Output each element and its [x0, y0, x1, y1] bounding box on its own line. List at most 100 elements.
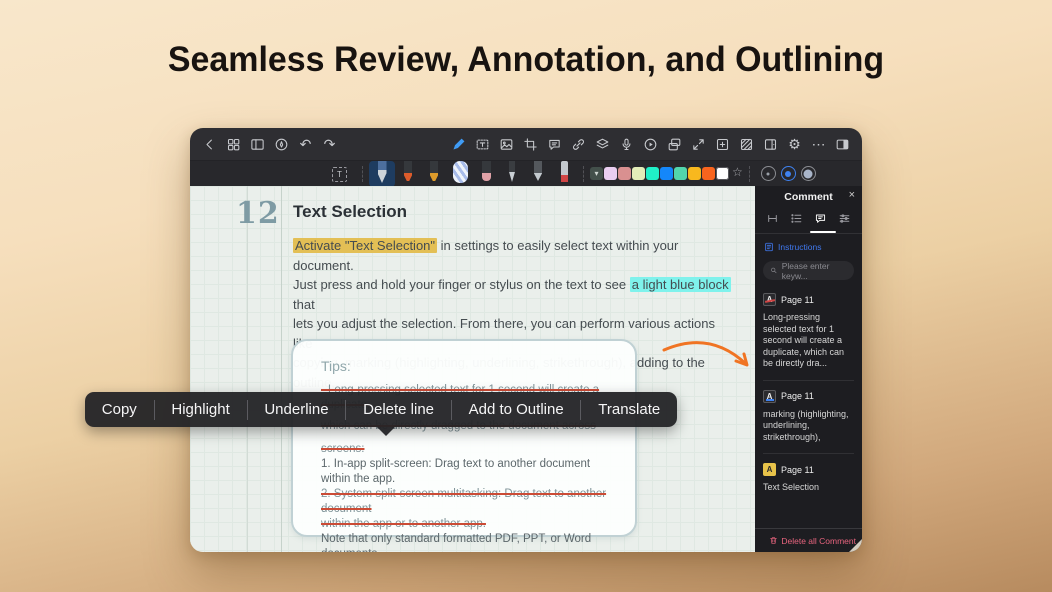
- toolbar-left-group: ↶ ↷: [202, 137, 337, 152]
- color-swatch[interactable]: [674, 167, 687, 180]
- comment-page-label: Page 11: [781, 295, 814, 305]
- mic-icon[interactable]: [619, 137, 634, 152]
- main-toolbar: ↶ ↷ ⚙ ⋯: [190, 128, 862, 160]
- laser-pointer-tool[interactable]: [551, 161, 577, 187]
- filter-icon[interactable]: [837, 211, 852, 226]
- comment-list: A Page 11 Long-pressing selected text fo…: [755, 280, 862, 504]
- underline-annotation-icon: A: [763, 390, 776, 403]
- pencil-tool[interactable]: [499, 161, 525, 187]
- delete-line-menu-item[interactable]: Delete line: [346, 401, 450, 418]
- color-swatch[interactable]: [604, 167, 617, 180]
- color-swatch[interactable]: [716, 167, 729, 180]
- text-selection-context-menu: Copy Highlight Underline Delete line Add…: [85, 392, 677, 427]
- tips-note-line: Note that only standard formatted PDF, P…: [321, 532, 621, 552]
- cyan-highlighted-text[interactable]: a light blue block: [630, 277, 731, 292]
- instructions-link[interactable]: Instructions: [755, 234, 862, 252]
- active-tab-underline: [810, 231, 836, 233]
- document-page: 12 Text Selection Activate "Text Selecti…: [190, 186, 755, 552]
- record-icon[interactable]: [643, 137, 658, 152]
- add-page-icon[interactable]: [715, 137, 730, 152]
- color-swatch[interactable]: [618, 167, 631, 180]
- panel-toggle-icon[interactable]: [763, 137, 778, 152]
- copy-menu-item[interactable]: Copy: [85, 401, 154, 418]
- favorite-star-icon[interactable]: ☆: [732, 165, 743, 179]
- comment-text: Long-pressing selected text for 1 second…: [763, 312, 854, 370]
- highlight-annotation-icon: A: [763, 463, 776, 476]
- search-input[interactable]: Please enter keyw...: [763, 261, 854, 280]
- color-swatch[interactable]: [632, 167, 645, 180]
- eraser-tool[interactable]: [473, 161, 499, 187]
- paragraph-text: Just press and hold your finger or stylu…: [293, 277, 630, 292]
- color-swatch[interactable]: [646, 167, 659, 180]
- comment-panel-tabs: [755, 203, 862, 234]
- settings-gear-icon[interactable]: ⚙: [787, 137, 802, 152]
- pattern-icon[interactable]: [739, 137, 754, 152]
- image-icon[interactable]: [499, 137, 514, 152]
- panel-left-icon[interactable]: [250, 137, 265, 152]
- lasso-pen-icon[interactable]: [274, 137, 289, 152]
- comment-item[interactable]: A Page 11 Long-pressing selected text fo…: [763, 284, 854, 380]
- tips-line: 1. In-app split-screen: Drag text to ano…: [321, 457, 621, 487]
- divider: [583, 166, 584, 182]
- color-swatch[interactable]: [688, 167, 701, 180]
- comment-icon[interactable]: [547, 137, 562, 152]
- yellow-highlighted-text[interactable]: Activate "Text Selection": [293, 238, 437, 253]
- fountain-pen-tool[interactable]: [369, 161, 395, 187]
- strikethrough-annotation-icon: A: [763, 293, 776, 306]
- tips-struck-line: 2. System split-screen multitasking: Dra…: [321, 487, 621, 517]
- underline-menu-item[interactable]: Underline: [248, 401, 346, 418]
- divider: [749, 166, 750, 182]
- stroke-size-small[interactable]: [761, 166, 776, 181]
- pen-icon[interactable]: [451, 137, 466, 152]
- comment-panel: Comment × Instructions Please enter key: [755, 186, 862, 552]
- comment-item[interactable]: A Page 11 marking (highlighting, underli…: [763, 380, 854, 454]
- comment-item[interactable]: A Page 11 Text Selection: [763, 453, 854, 504]
- ballpoint-pen-tool[interactable]: [525, 161, 551, 187]
- chevron-down-icon[interactable]: ▾: [590, 167, 603, 180]
- bookmark-icon[interactable]: [765, 211, 780, 226]
- trash-icon: [769, 536, 778, 545]
- text-tool-icon[interactable]: T: [332, 167, 347, 182]
- tape-highlighter-tool[interactable]: [447, 161, 473, 187]
- page-edge-line: [247, 186, 248, 552]
- pen-toolbar: T ▾ ☆: [190, 160, 862, 186]
- translate-menu-item[interactable]: Translate: [581, 401, 677, 418]
- page-number: 12: [236, 196, 280, 231]
- search-icon: [770, 266, 778, 275]
- annotation-arrow: [658, 334, 758, 382]
- grid-icon[interactable]: [226, 137, 241, 152]
- notebook-margin-line: [281, 186, 282, 552]
- link-icon[interactable]: [571, 137, 586, 152]
- comment-page-label: Page 11: [781, 391, 814, 401]
- highlight-menu-item[interactable]: Highlight: [155, 401, 247, 418]
- add-to-outline-menu-item[interactable]: Add to Outline: [452, 401, 581, 418]
- stroke-size-medium[interactable]: [781, 166, 796, 181]
- split-view-icon[interactable]: [667, 137, 682, 152]
- close-icon[interactable]: ×: [849, 189, 855, 201]
- expand-icon[interactable]: [691, 137, 706, 152]
- color-swatch[interactable]: [702, 167, 715, 180]
- back-icon[interactable]: [202, 137, 217, 152]
- text-box-icon[interactable]: [475, 137, 490, 152]
- page-curl: [849, 539, 862, 552]
- delete-all-comments-button[interactable]: Delete all Comment: [755, 528, 862, 552]
- outline-list-icon[interactable]: [789, 211, 804, 226]
- crop-icon[interactable]: [523, 137, 538, 152]
- panel-right-icon[interactable]: [835, 137, 850, 152]
- comment-bubble-icon[interactable]: [813, 211, 828, 226]
- yellow-marker-tool[interactable]: [421, 161, 447, 187]
- redo-icon[interactable]: ↷: [322, 137, 337, 152]
- comment-panel-title: Comment ×: [755, 186, 862, 203]
- more-icon[interactable]: ⋯: [811, 137, 826, 152]
- marketing-banner: Seamless Review, Annotation, and Outlini…: [0, 0, 1052, 592]
- comment-page-label: Page 11: [781, 465, 814, 475]
- comment-text: marking (highlighting, underlining, stri…: [763, 409, 854, 444]
- color-swatch[interactable]: [660, 167, 673, 180]
- layers-icon[interactable]: [595, 137, 610, 152]
- red-marker-tool[interactable]: [395, 161, 421, 187]
- delete-all-label: Delete all Comment: [781, 536, 856, 546]
- tips-struck-line: screens:: [321, 442, 621, 457]
- stroke-size-large[interactable]: [801, 166, 816, 181]
- undo-icon[interactable]: ↶: [298, 137, 313, 152]
- comment-text: Text Selection: [763, 482, 854, 494]
